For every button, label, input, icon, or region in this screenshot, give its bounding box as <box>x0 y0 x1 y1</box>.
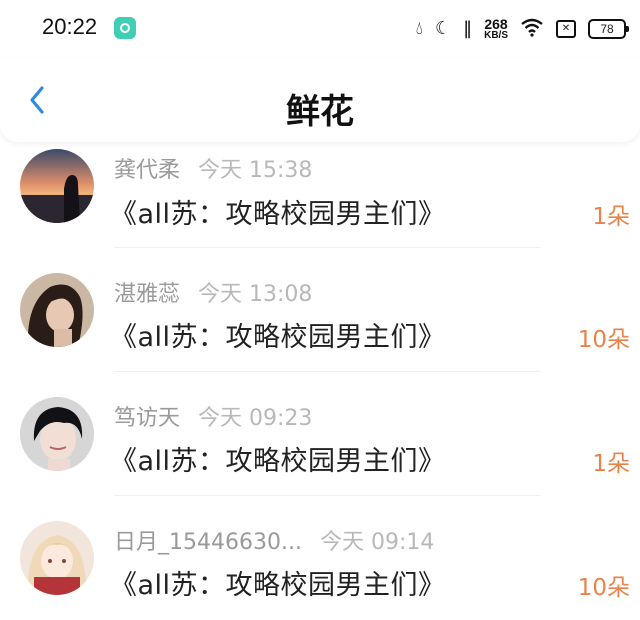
flower-record-list: 龚代柔 今天 15:38 《all苏：攻略校园男主们》 1朵 湛雅蕊 今天 13:0… <box>0 142 640 620</box>
avatar[interactable] <box>20 273 94 347</box>
sender-name: 笃访天 <box>114 406 181 431</box>
water-drop-icon: 💧︎ <box>415 18 423 39</box>
no-sim-icon: ✕ <box>556 20 576 38</box>
send-time: 今天 15:38 <box>198 158 313 183</box>
status-time: 20:22 <box>42 14 98 39</box>
book-title[interactable]: 《all苏：攻略校园男主们》 <box>110 192 446 231</box>
avatar[interactable] <box>20 149 94 223</box>
avatar[interactable] <box>20 397 94 471</box>
nav-header: 鲜花 <box>0 58 640 142</box>
app-notification-icon <box>114 17 136 39</box>
book-title[interactable]: 《all苏：攻略校园男主们》 <box>110 439 446 478</box>
flower-count: 10朵 <box>577 327 630 353</box>
book-title[interactable]: 《all苏：攻略校园男主们》 <box>110 563 446 602</box>
page-title: 鲜花 <box>286 92 354 132</box>
status-bar: 20:22 💧︎ ☾ ‖ 268 KB/S ✕ 78 <box>0 0 640 58</box>
sender-info: 笃访天 今天 09:23 <box>114 400 312 432</box>
moon-icon: ☾ <box>434 18 452 39</box>
sender-name: 湛雅蕊 <box>114 282 181 307</box>
wifi-icon <box>520 17 544 41</box>
send-time: 今天 09:23 <box>198 406 313 431</box>
network-speed: 268 KB/S <box>484 17 508 41</box>
avatar[interactable] <box>20 521 94 595</box>
list-item[interactable]: 龚代柔 今天 15:38 《all苏：攻略校园男主们》 1朵 <box>0 142 640 248</box>
sender-name: 龚代柔 <box>114 158 181 183</box>
flower-count: 1朵 <box>592 451 630 477</box>
flower-count: 1朵 <box>592 204 630 230</box>
send-time: 今天 09:14 <box>319 530 435 555</box>
book-title[interactable]: 《all苏：攻略校园男主们》 <box>110 315 446 354</box>
sender-info: 龚代柔 今天 15:38 <box>114 152 312 184</box>
vibrate-icon: ‖ <box>463 18 473 39</box>
flower-count: 10朵 <box>577 575 630 601</box>
list-item[interactable]: 湛雅蕊 今天 13:08 《all苏：攻略校园男主们》 10朵 <box>0 248 640 372</box>
list-item[interactable]: 日月_15446630... 今天 09:14 《all苏：攻略校园男主们》 10… <box>0 496 640 620</box>
list-item[interactable]: 笃访天 今天 09:23 《all苏：攻略校园男主们》 1朵 <box>0 372 640 496</box>
network-speed-value: 268 <box>484 16 508 32</box>
status-icons: 💧︎ ☾ ‖ 268 KB/S ✕ 78 <box>415 14 629 44</box>
sender-info: 湛雅蕊 今天 13:08 <box>114 276 312 308</box>
network-speed-unit: KB/S <box>484 30 508 41</box>
sender-name: 日月_15446630... <box>114 530 302 555</box>
send-time: 今天 13:08 <box>198 282 313 307</box>
battery-icon: 78 <box>588 19 629 39</box>
sender-info: 日月_15446630... 今天 09:14 <box>114 524 434 556</box>
